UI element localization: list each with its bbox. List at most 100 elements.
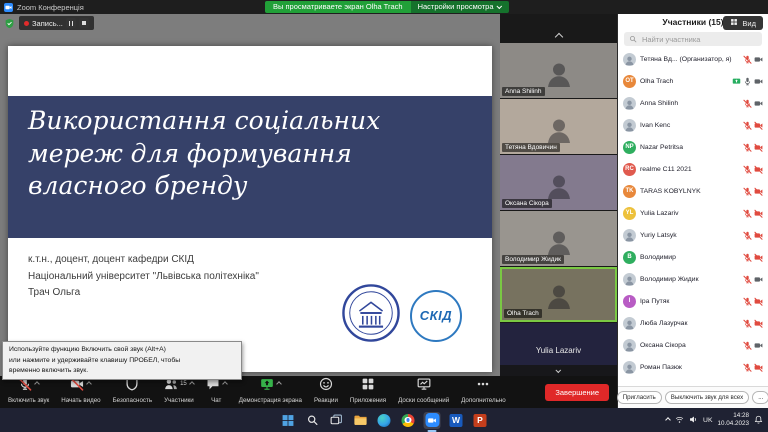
mic-muted-icon[interactable] — [743, 143, 752, 152]
file-explorer-icon[interactable] — [352, 412, 369, 429]
camera-off-icon[interactable] — [754, 363, 763, 372]
mic-muted-icon[interactable] — [743, 275, 752, 284]
camera-off-icon[interactable] — [754, 209, 763, 218]
participant-row[interactable]: ВВолодимир — [618, 246, 768, 268]
mic-on-icon[interactable] — [743, 77, 752, 86]
chevron-up-icon[interactable] — [87, 381, 93, 387]
camera-off-icon[interactable] — [754, 187, 763, 196]
mic-muted-icon[interactable] — [743, 209, 752, 218]
tooltip-line: или нажмите и удерживайте клавишу ПРОБЕЛ… — [9, 356, 235, 366]
camera-off-icon[interactable] — [754, 121, 763, 130]
edge-icon[interactable] — [376, 412, 393, 429]
participant-row[interactable]: RCrealme C11 2021 — [618, 158, 768, 180]
task-view-icon[interactable] — [328, 412, 345, 429]
mic-muted-icon[interactable] — [743, 341, 752, 350]
mic-muted-icon[interactable] — [743, 297, 752, 306]
speaker-icon[interactable] — [689, 411, 698, 429]
avatar — [623, 119, 636, 132]
camera-on-icon[interactable] — [754, 77, 763, 86]
participant-search[interactable] — [624, 32, 762, 46]
camera-off-icon[interactable] — [754, 319, 763, 328]
encryption-shield-icon[interactable] — [4, 18, 15, 29]
view-settings-button[interactable]: Настройки просмотра — [411, 1, 509, 13]
participant-row[interactable]: NPNazar Petritsa — [618, 136, 768, 158]
participant-row[interactable]: Anna Shilinh — [618, 92, 768, 114]
mic-muted-icon[interactable] — [743, 187, 752, 196]
scroll-down-button[interactable] — [500, 365, 617, 376]
skid-logo: СКІД — [410, 290, 462, 342]
camera-on-icon[interactable] — [754, 341, 763, 350]
mute-all-button[interactable]: Выключить звук для всех — [665, 391, 749, 404]
toolbar-button-share-screen[interactable]: Демонстрация экрана — [233, 376, 308, 408]
notifications-icon[interactable] — [754, 411, 763, 429]
participant-row[interactable]: Володимир Жидик — [618, 268, 768, 290]
participants-panel: Участники (15) Тетяна Вд... (Организатор… — [617, 14, 768, 408]
camera-off-icon[interactable] — [754, 231, 763, 240]
powerpoint-icon[interactable]: P — [472, 412, 489, 429]
participant-row[interactable]: Yuriy Latsyk — [618, 224, 768, 246]
grid-icon — [730, 18, 738, 28]
taskbar-clock[interactable]: 14:28 10.04.2023 — [717, 412, 749, 428]
mic-muted-icon[interactable] — [743, 253, 752, 262]
start-button[interactable] — [280, 412, 297, 429]
zoom-taskbar-icon[interactable] — [424, 412, 441, 429]
participant-row[interactable]: Тетяна Вд... (Организатор, я) — [618, 48, 768, 70]
video-tile[interactable]: Anna Shilinh — [500, 43, 617, 98]
tray-chevron-icon[interactable] — [665, 417, 671, 423]
video-tile[interactable]: Тетяна Вдовичин — [500, 99, 617, 154]
camera-on-icon[interactable] — [754, 275, 763, 284]
view-button[interactable]: Вид — [723, 16, 763, 30]
mic-muted-icon[interactable] — [743, 55, 752, 64]
camera-on-icon[interactable] — [754, 99, 763, 108]
camera-on-icon[interactable] — [754, 55, 763, 64]
taskbar-search-icon[interactable] — [304, 412, 321, 429]
video-tile[interactable]: Оксана Сікора — [500, 155, 617, 210]
camera-off-icon[interactable] — [754, 143, 763, 152]
mic-muted-icon[interactable] — [743, 319, 752, 328]
chevron-up-icon[interactable] — [222, 381, 228, 387]
search-input[interactable] — [640, 34, 757, 45]
camera-off-icon[interactable] — [754, 297, 763, 306]
toolbar-button-more[interactable]: Дополнительно — [455, 376, 512, 408]
toolbar-button-whiteboards[interactable]: Доски сообщений — [392, 376, 455, 408]
lviv-polytechnic-logo — [342, 284, 400, 347]
participant-row[interactable]: Люба Лазурчак — [618, 312, 768, 334]
participant-row[interactable]: Оксана Сікора — [618, 334, 768, 356]
video-tile[interactable]: Володимир Жидик — [500, 211, 617, 266]
mic-muted-icon[interactable] — [743, 363, 752, 372]
mic-muted-icon[interactable] — [743, 165, 752, 174]
word-icon[interactable]: W — [448, 412, 465, 429]
chevron-up-icon[interactable] — [276, 381, 282, 387]
invite-button[interactable]: Пригласить — [617, 391, 662, 404]
keyboard-language[interactable]: UK — [703, 417, 712, 424]
participant-row[interactable]: ІІра Путяк — [618, 290, 768, 312]
mic-muted-icon[interactable] — [743, 121, 752, 130]
participant-row[interactable]: Роман Пазюк — [618, 356, 768, 378]
participant-row[interactable]: YLYulia Lazariv — [618, 202, 768, 224]
video-tile[interactable]: Olha Trach — [500, 267, 617, 322]
end-meeting-button[interactable]: Завершение — [545, 384, 609, 401]
mic-muted-icon[interactable] — [743, 231, 752, 240]
stop-recording-button[interactable] — [79, 18, 89, 28]
chrome-icon[interactable] — [400, 412, 417, 429]
toolbar-button-reactions[interactable]: Реакции — [308, 376, 344, 408]
toolbar-button-security[interactable]: Безопасность — [107, 376, 158, 408]
participant-row[interactable]: TKTARAS KOBYLNYK — [618, 180, 768, 202]
camera-off-icon[interactable] — [754, 253, 763, 262]
wifi-icon[interactable] — [675, 411, 684, 429]
chevron-up-icon[interactable] — [189, 381, 195, 387]
mic-muted-icon[interactable] — [743, 99, 752, 108]
participant-row[interactable]: Ivan Kenc — [618, 114, 768, 136]
more-options-button[interactable]: ... — [752, 391, 768, 404]
toolbar-button-chat[interactable]: Чат — [200, 376, 233, 408]
participant-row[interactable]: OTOlha Trach — [618, 70, 768, 92]
chevron-up-icon[interactable] — [34, 381, 40, 387]
participants-footer: Пригласить Выключить звук для всех ... — [618, 386, 768, 408]
toolbar-button-start-video[interactable]: Начать видео — [55, 376, 106, 408]
pause-recording-button[interactable] — [66, 18, 76, 28]
toolbar-button-apps[interactable]: Приложения — [344, 376, 392, 408]
camera-off-icon[interactable] — [754, 165, 763, 174]
toolbar-button-participants[interactable]: 15Участники — [158, 376, 200, 408]
scroll-up-button[interactable] — [500, 31, 617, 43]
toolbar-button-unmute[interactable]: Включить звук — [2, 376, 55, 408]
